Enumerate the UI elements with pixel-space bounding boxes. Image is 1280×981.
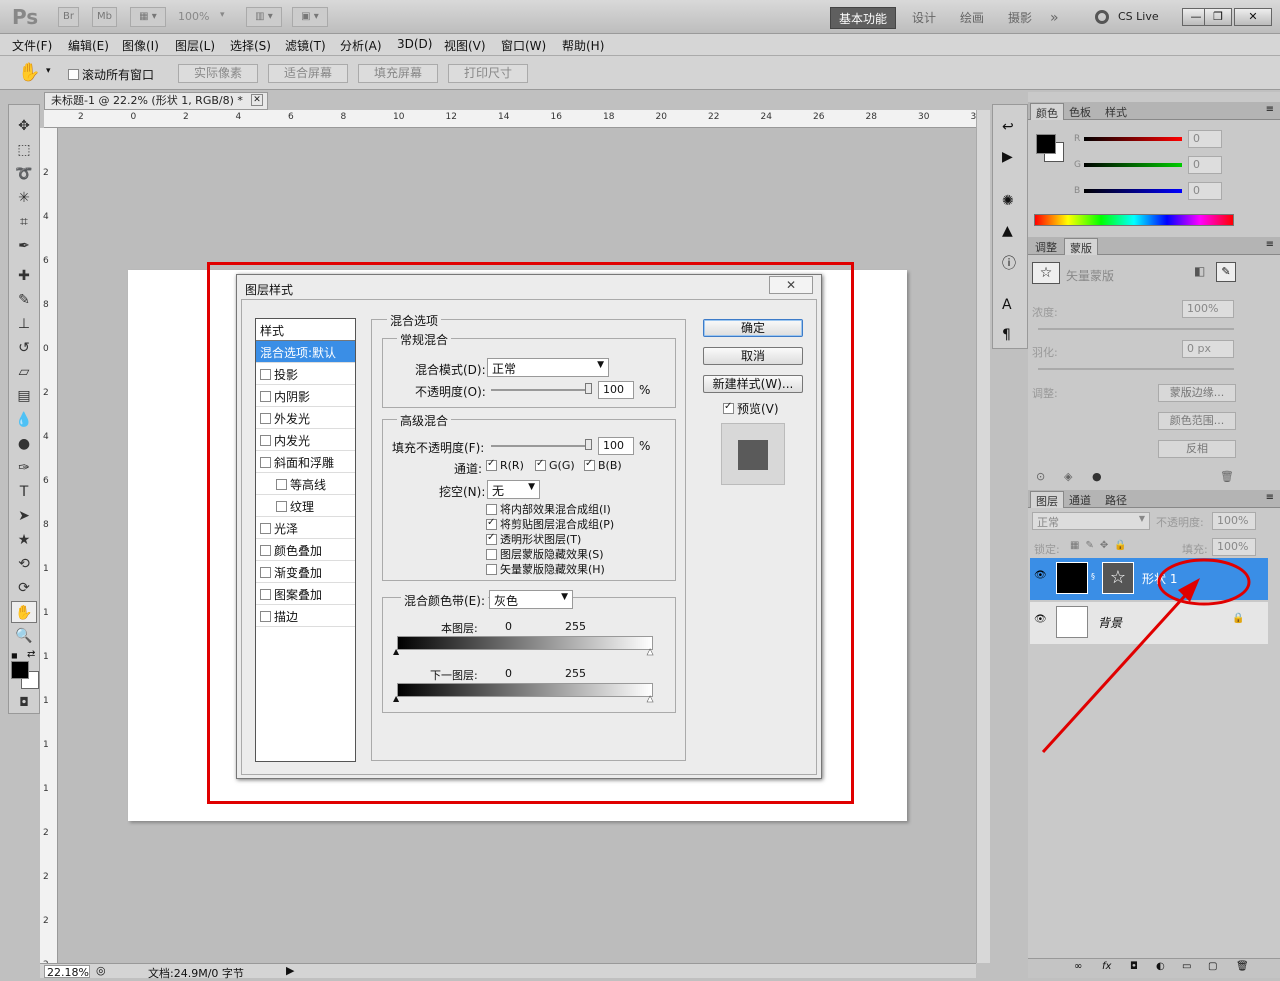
status-menu-arrow-icon[interactable]: ▶ [286,964,294,977]
annotation-ellipse [1157,558,1251,606]
annotation-overlay [1041,558,1251,754]
zoom-status[interactable]: 22.18% [44,965,90,979]
annotation-arrow [1041,586,1194,754]
status-icon[interactable]: ◎ [96,964,106,977]
document-info: 文档:24.9M/0 字节 [148,967,244,980]
status-bar: 22.18% ◎ 文档:24.9M/0 字节 ▶ [40,963,976,980]
